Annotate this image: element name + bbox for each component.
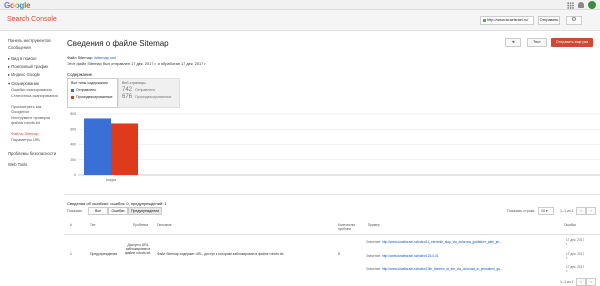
sidebar-item-search-appearance[interactable]: ▸ Вид в поиске	[8, 56, 37, 61]
divider	[64, 194, 600, 195]
legend-submitted-label: Отправлено	[76, 88, 97, 92]
col-num: #	[70, 223, 72, 227]
col-error: Ошибка	[564, 223, 576, 227]
example-3-label: Значение:	[366, 267, 382, 271]
y-tick-label: 400	[70, 143, 76, 147]
example-3-url[interactable]: http://www.israelisrael.ru/index/13th_th…	[382, 267, 503, 271]
legend-indexed-swatch	[71, 95, 74, 99]
sidebar: Панель инструментов Сообщения ▸ Вид в по…	[0, 31, 62, 260]
sidebar-item-search-traffic[interactable]: ▸ Поисковый трафик	[8, 64, 48, 69]
site-favicon-icon	[483, 18, 486, 22]
stat-submitted: 742 Отправлено	[122, 87, 176, 93]
example-1-label: Значение:	[366, 240, 382, 244]
google-logo[interactable]: Google	[4, 1, 31, 10]
sidebar-item-dashboard[interactable]: Панель инструментов	[8, 38, 51, 43]
back-button[interactable]: ◂	[505, 38, 521, 47]
sidebar-item-url-parameters[interactable]: Параметры URL	[11, 137, 59, 143]
sitemap-bar-chart: 800 600 400 200 0 Images	[70, 112, 600, 182]
bar-0	[84, 118, 111, 175]
pager-prev-bottom-button[interactable]: ‹	[576, 278, 586, 286]
content-section-title: Содержание	[67, 72, 93, 77]
main-content: Сведения о файле Sitemap ◂ Тест Отправит…	[64, 31, 600, 286]
row-desc: Файл Sitemap содержит URL, доступ к кото…	[157, 252, 285, 256]
issues-table-header: # Тип Проблема Описание Количество пробл…	[64, 219, 600, 235]
sidebar-item-crawl-errors[interactable]: Ошибки сканирования	[11, 87, 59, 93]
stat-indexed: 676 Проиндексированные	[122, 94, 176, 100]
issues-title: Сведения об ошибках: ошибок: 0, предупре…	[67, 201, 167, 206]
sidebar-item-messages[interactable]: Сообщения	[8, 45, 31, 50]
sidebar-item-crawl-stats[interactable]: Статистика сканирования	[11, 93, 59, 99]
row-issue: Доступ к URL заблокирован в файле robots…	[124, 243, 152, 256]
col-type: Тип	[90, 223, 96, 227]
stat-submitted-value: 742	[122, 87, 133, 93]
col-count: Количество проблем	[338, 223, 356, 231]
test-button[interactable]: Тест	[527, 38, 547, 47]
sidebar-item-crawl[interactable]: ▾ Сканирование	[8, 81, 39, 86]
legend-submitted-swatch	[71, 88, 74, 92]
sitemap-submitted-text: Этот файл Sitemap был отправлен 17 дек. …	[67, 61, 207, 66]
sidebar-item-robots-tester[interactable]: Инструмент проверки файла robots.txt	[11, 115, 59, 125]
site-url: http://www.israelsrael.ru/	[487, 18, 529, 22]
example-1-date: 17 дек. 2017 г.	[566, 238, 585, 246]
pager-next-bottom-button[interactable]: ›	[586, 278, 596, 286]
col-example: Пример	[368, 223, 380, 227]
pager-prev-button[interactable]: ‹	[576, 207, 586, 215]
show-label: Показать	[67, 209, 83, 213]
rows-per-page-select[interactable]: 10 ▾	[538, 207, 554, 215]
sidebar-item-google-index[interactable]: ▸ Индекс Google	[8, 72, 40, 77]
row-num: 1	[70, 252, 72, 256]
legend-indexed-label: Проиндексированные	[76, 95, 113, 99]
site-selector[interactable]: http://www.israelsrael.ru/	[480, 16, 534, 25]
sitemap-file-line: Файл Sitemap: /sitemap.xml	[67, 55, 116, 60]
stats-header: Веб-страницы	[122, 81, 146, 85]
stat-indexed-value: 676	[122, 94, 133, 100]
stat-indexed-label: Проиндексированные	[135, 95, 172, 99]
example-2-url[interactable]: http://www.israelisrael.ru/index/123-0-0…	[382, 254, 439, 258]
y-tick-label: 0	[74, 173, 76, 177]
sitemap-file-link[interactable]: /sitemap.xml	[94, 55, 116, 60]
web-pages-stats[interactable]: Веб-страницы 742 Отправлено 676 Проиндек…	[118, 78, 180, 108]
content-type-selector[interactable]: Все типы содержания Отправлено Проиндекс…	[67, 78, 118, 108]
y-tick-label: 600	[70, 127, 76, 131]
example-1-url[interactable]: http://www.israelisrael.ru/index/11_elev…	[382, 240, 502, 244]
google-top-bar: Google	[0, 0, 600, 10]
col-desc: Описание	[157, 223, 172, 227]
example-2-label: Значение:	[366, 254, 382, 258]
filter-all-button[interactable]: Все	[88, 207, 108, 215]
notifications-icon[interactable]	[578, 2, 584, 8]
example-2-date: 17 дек. 2017 г.	[566, 252, 585, 260]
row-type: Предупреждения	[90, 252, 118, 256]
legend-indexed: Проиндексированные	[71, 95, 114, 99]
legend-submitted: Отправлено	[71, 88, 114, 92]
sidebar-item-fetch-as-googlebot[interactable]: Просмотреть как Googlebot	[11, 104, 59, 114]
filter-errors-button[interactable]: Ошибки	[108, 207, 128, 215]
sidebar-item-security-issues[interactable]: Проблемы безопасности	[8, 151, 56, 156]
apps-grid-icon[interactable]	[567, 1, 574, 9]
pager-range: 1–1 из 1	[560, 209, 574, 213]
rows-per-page-label: Показать строки:	[507, 209, 536, 213]
resubmit-button[interactable]: Отправить еще раз	[551, 38, 593, 47]
row-count: 5	[338, 252, 340, 256]
x-tick-label: Images	[106, 178, 117, 182]
example-3-date: 17 дек. 2017 г.	[566, 265, 585, 273]
account-avatar[interactable]	[588, 1, 596, 9]
settings-gear-icon[interactable]: ⚙	[566, 16, 582, 25]
stat-submitted-label: Отправлено	[135, 88, 156, 92]
page-title: Сведения о файле Sitemap	[67, 39, 169, 48]
pager-next-button[interactable]: ›	[586, 207, 596, 215]
y-tick-label: 200	[70, 158, 76, 162]
share-button[interactable]: Отправить	[538, 16, 560, 25]
pager-range-bottom: 1–1 из 1	[560, 280, 574, 284]
filter-warnings-button[interactable]: Предупреждения	[128, 207, 162, 215]
sitemap-file-label: Файл Sitemap:	[67, 55, 93, 60]
content-type-header: Все типы содержания	[71, 81, 108, 85]
y-tick-label: 800	[70, 112, 76, 116]
product-name[interactable]: Search Console	[7, 16, 57, 23]
sidebar-item-sitemaps[interactable]: Файлы Sitemap	[11, 131, 59, 137]
product-bar: Search Console http://www.israelsrael.ru…	[0, 10, 600, 31]
sidebar-item-web-tools[interactable]: Web Tools	[8, 162, 27, 167]
bar-1	[111, 123, 138, 175]
col-issue: Проблема	[133, 223, 149, 227]
